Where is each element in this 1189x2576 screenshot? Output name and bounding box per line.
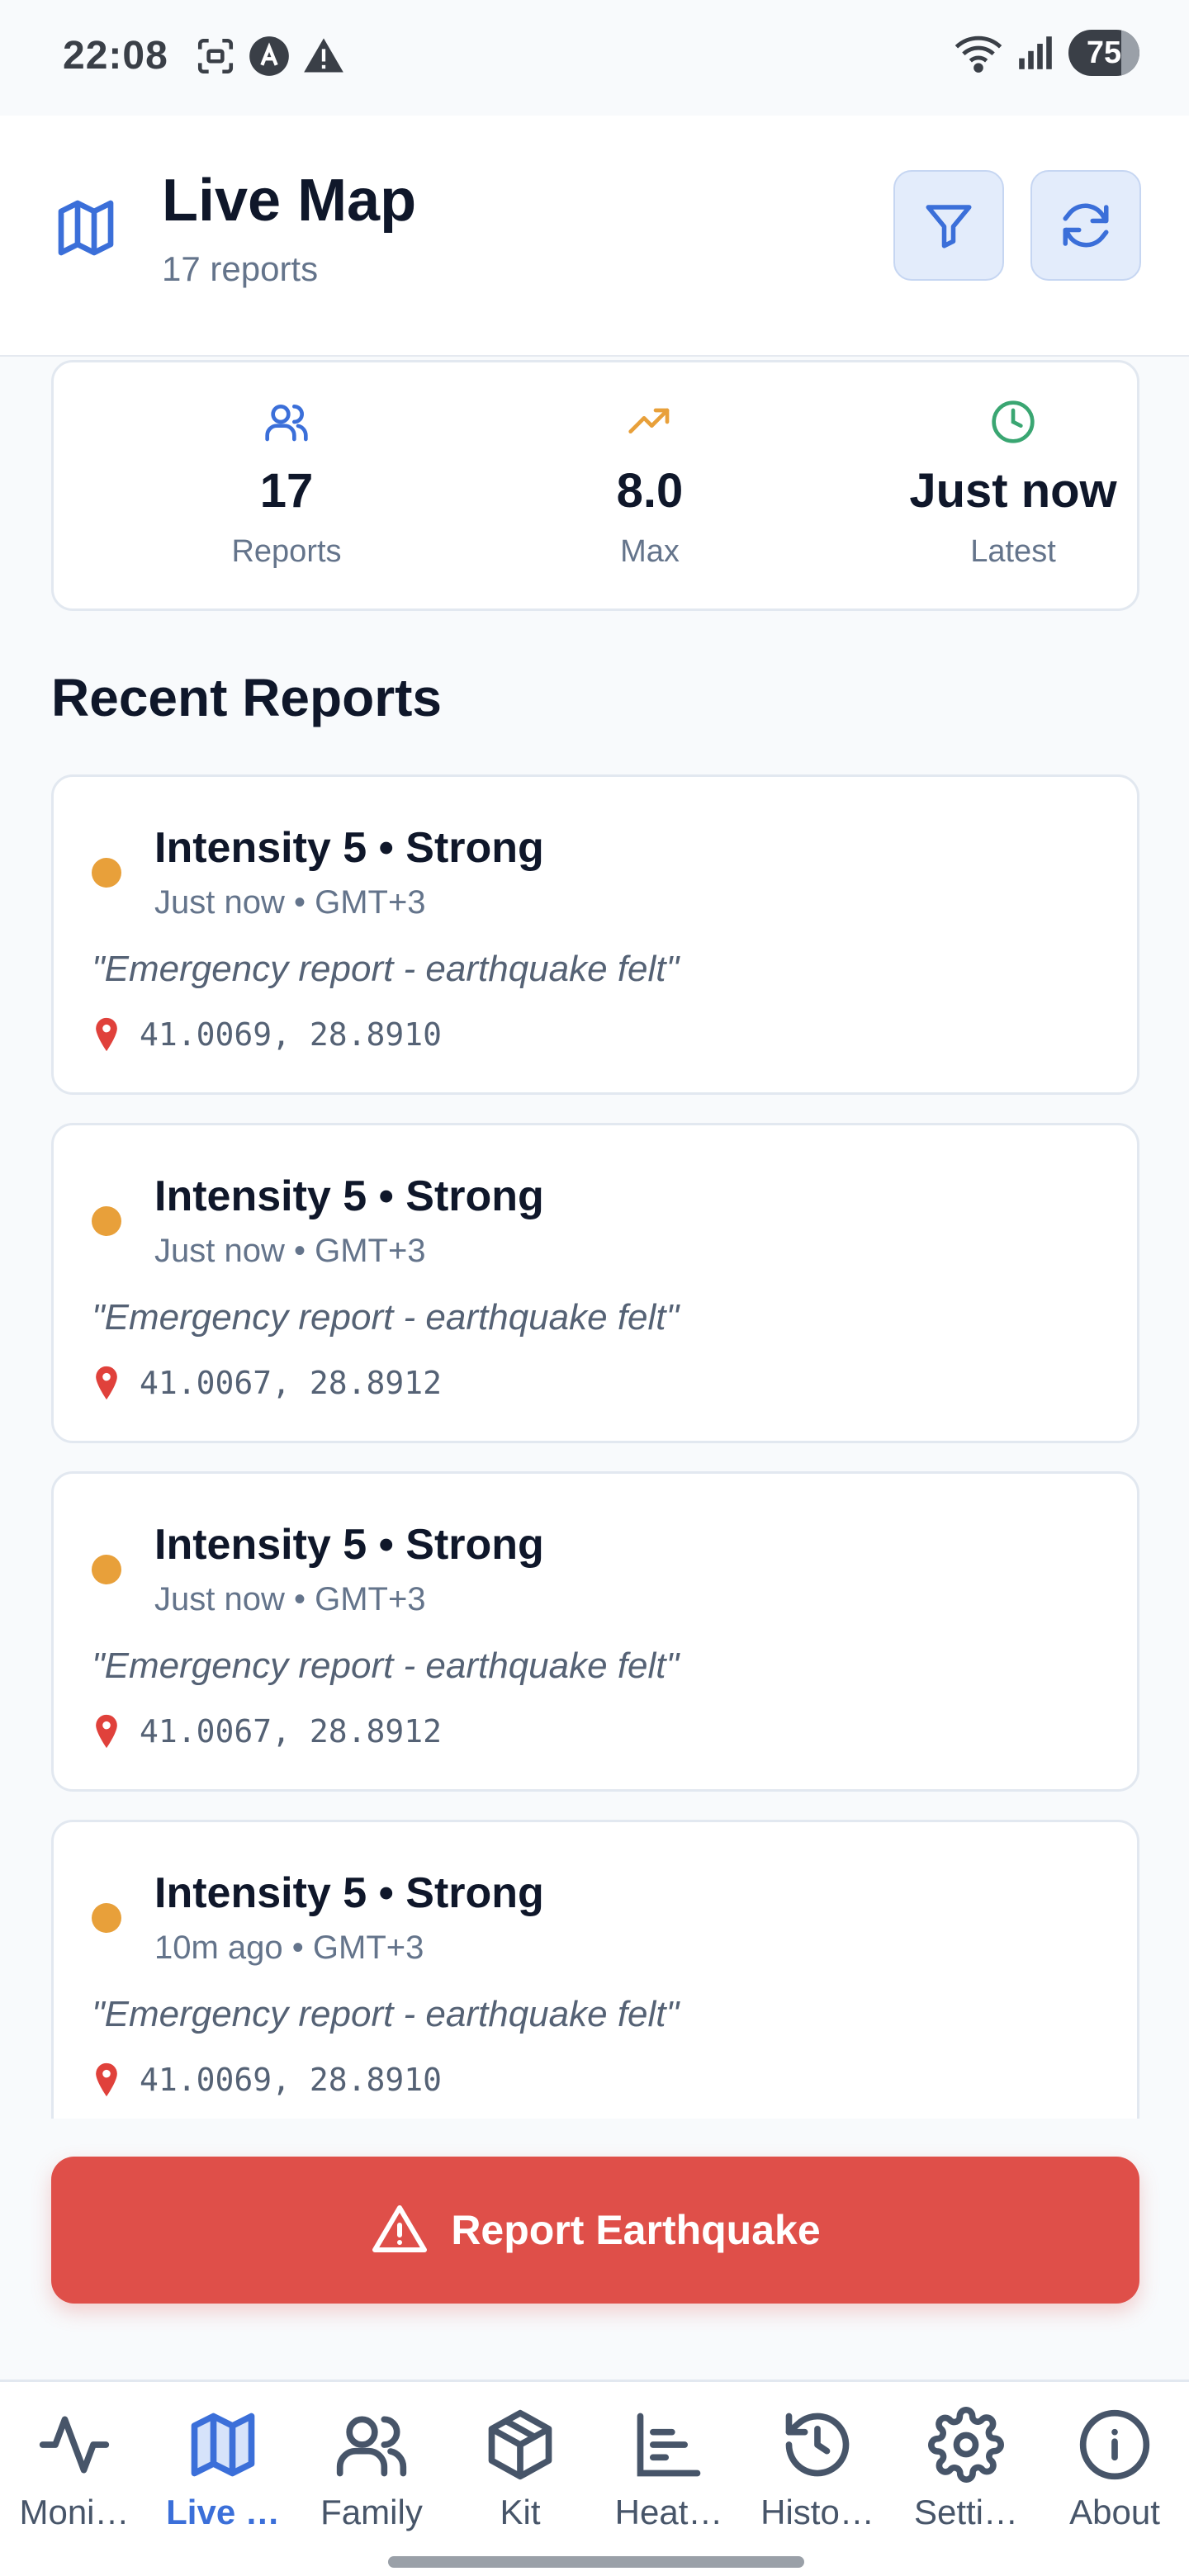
map-icon (191, 2413, 255, 2477)
filter-icon (926, 205, 972, 249)
pin-icon (96, 1714, 117, 1749)
report-location: 41.0069, 28.8910 (92, 2062, 442, 2098)
report-coords: 41.0067, 28.8912 (140, 1713, 443, 1750)
report-quote: "Emergency report - earthquake felt" (92, 1297, 680, 1338)
status-time: 22:08 (63, 34, 168, 78)
bar-chart-icon (637, 2413, 701, 2477)
section-title: Recent Reports (51, 668, 442, 727)
report-quote: "Emergency report - earthquake felt" (92, 1646, 680, 1686)
report-location: 41.0067, 28.8912 (92, 1713, 442, 1750)
report-coords: 41.0069, 28.8910 (140, 2062, 443, 2098)
status-icons-left (195, 35, 345, 78)
info-icon (1079, 2409, 1150, 2480)
nav-item-settings[interactable]: Setti… (892, 2382, 1040, 2547)
wifi-icon (955, 36, 1002, 73)
nav-item-history[interactable]: Histo… (743, 2382, 892, 2547)
signal-icon (1019, 36, 1052, 69)
pin-icon (96, 2062, 117, 2097)
nav-item-about[interactable]: About (1040, 2382, 1189, 2547)
bottom-nav: Moni… Live … Family Kit Heat… Histo… Set… (0, 2379, 1189, 2576)
stat-value: Just now (909, 464, 1117, 518)
report-meta: 10m ago • GMT+3 (154, 1930, 424, 1966)
pin-icon (96, 1017, 117, 1052)
nav-item-heatmap[interactable]: Heat… (594, 2382, 743, 2547)
page-title: Live Map (162, 168, 417, 234)
intensity-dot (92, 1206, 121, 1236)
app-header: Live Map 17 reports (0, 116, 1189, 357)
battery-indicator: 75 (1068, 30, 1139, 76)
intensity-dot (92, 1555, 121, 1584)
screenshot-icon (197, 38, 234, 74)
pin-icon (96, 1366, 117, 1400)
battery-level: 75 (1086, 35, 1122, 70)
report-card[interactable]: Intensity 5 • Strong Just now • GMT+3 "E… (51, 1123, 1139, 1443)
refresh-button[interactable] (1030, 170, 1141, 281)
report-card[interactable]: Intensity 5 • Strong 10m ago • GMT+3 "Em… (51, 1820, 1139, 2119)
report-coords: 41.0067, 28.8912 (140, 1365, 443, 1401)
report-meta: Just now • GMT+3 (154, 1233, 426, 1269)
gear-icon (928, 2407, 1004, 2483)
nav-item-family[interactable]: Family (297, 2382, 446, 2547)
nav-label: Live … (166, 2493, 280, 2531)
stat-label: Latest (970, 534, 1056, 569)
nav-label: About (1069, 2493, 1160, 2531)
refresh-icon (1063, 203, 1109, 248)
report-list[interactable]: Intensity 5 • Strong Just now • GMT+3 "E… (51, 774, 1139, 2119)
users-icon (336, 2416, 407, 2477)
report-title: Intensity 5 • Strong (154, 1869, 544, 1917)
nav-label: Moni… (19, 2493, 130, 2531)
report-title: Intensity 5 • Strong (154, 1172, 544, 1220)
report-count: 17 reports (162, 249, 319, 288)
nav-item-kit[interactable]: Kit (446, 2382, 594, 2547)
home-indicator[interactable] (388, 2556, 804, 2568)
stat-value: 17 (259, 464, 314, 518)
package-icon (488, 2409, 552, 2480)
report-location: 41.0069, 28.8910 (92, 1016, 442, 1053)
clock-icon (992, 400, 1035, 443)
report-location: 41.0067, 28.8912 (92, 1365, 442, 1401)
intensity-dot (92, 858, 121, 888)
status-bar: 22:08 75 (0, 0, 1189, 116)
status-icons-right: 75 (955, 30, 1139, 76)
stats-card: 17 Reports 8.0 Max Just now Latest (51, 360, 1139, 611)
history-icon (785, 2413, 850, 2477)
nav-item-monitor[interactable]: Moni… (0, 2382, 149, 2547)
stat-latest: Just now Latest (831, 362, 1189, 613)
intensity-dot (92, 1903, 121, 1933)
report-earthquake-label: Report Earthquake (451, 2207, 821, 2253)
stat-label: Reports (231, 534, 342, 569)
trending-up-icon (628, 408, 670, 433)
report-meta: Just now • GMT+3 (154, 884, 426, 921)
filter-button[interactable] (893, 170, 1004, 281)
report-quote: "Emergency report - earthquake felt" (92, 949, 680, 989)
report-title: Intensity 5 • Strong (154, 1521, 544, 1569)
report-meta: Just now • GMT+3 (154, 1581, 426, 1617)
nav-item-live-map[interactable]: Live … (149, 2382, 297, 2547)
nav-label: Heat… (614, 2493, 723, 2531)
report-earthquake-button[interactable]: Report Earthquake (51, 2157, 1139, 2304)
stat-label: Max (620, 534, 680, 569)
report-title: Intensity 5 • Strong (154, 824, 544, 872)
nav-label: Kit (500, 2493, 541, 2531)
report-coords: 41.0069, 28.8910 (140, 1016, 443, 1053)
report-card[interactable]: Intensity 5 • Strong Just now • GMT+3 "E… (51, 774, 1139, 1095)
activity-icon (39, 2416, 110, 2474)
stat-max: 8.0 Max (526, 362, 774, 613)
report-quote: "Emergency report - earthquake felt" (92, 1994, 680, 2034)
stat-value: 8.0 (616, 464, 684, 518)
warning-icon (304, 38, 343, 73)
alert-triangle-icon (372, 2205, 428, 2252)
nav-label: Family (320, 2493, 423, 2531)
nav-label: Setti… (913, 2493, 1019, 2531)
stat-reports: 17 Reports (163, 362, 410, 613)
live-map-screen: 22:08 75 Live Map 17 reports 17 Reports … (0, 0, 1189, 2576)
users-icon (265, 405, 308, 442)
app-icon (249, 36, 289, 76)
report-card[interactable]: Intensity 5 • Strong Just now • GMT+3 "E… (51, 1471, 1139, 1792)
nav-label: Histo… (760, 2493, 874, 2531)
map-icon (58, 200, 114, 256)
